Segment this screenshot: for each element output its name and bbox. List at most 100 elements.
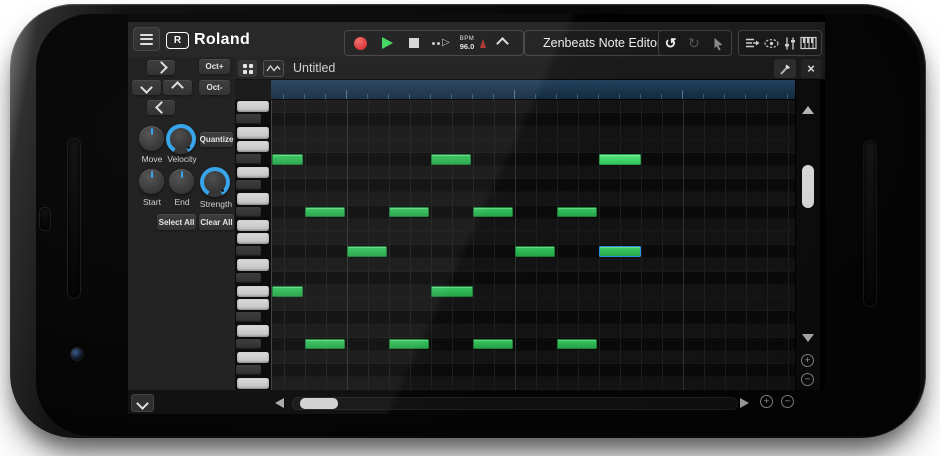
magic-wand-button[interactable] [774,59,796,78]
piano-key-black[interactable] [236,273,261,283]
visibility-eye-icon[interactable] [763,37,780,50]
midi-note[interactable] [389,207,429,218]
record-button[interactable] [354,37,367,50]
follow-playhead-button[interactable]: ▷ [432,38,450,48]
piano-key-black[interactable] [236,180,261,190]
piano-key-black[interactable] [236,207,261,217]
piano-key-black[interactable] [236,339,261,349]
quantize-button[interactable]: Quantize [200,132,233,147]
midi-note[interactable] [515,246,555,257]
top-toolbar: R Roland ▷ BPM 96.0 [128,22,825,58]
nudge-left-button[interactable] [132,80,161,95]
grid-view-button[interactable] [238,60,257,77]
grid-line [347,100,348,390]
clear-all-button[interactable]: Clear All [199,214,234,230]
octave-down-button[interactable]: Oct- [199,80,230,95]
grid-line [704,100,705,390]
midi-note[interactable] [473,207,513,218]
hamburger-icon [140,34,153,36]
piano-key-white[interactable] [237,101,269,112]
nudge-right-button[interactable] [163,80,192,95]
horizontal-scrollbar-thumb[interactable] [300,398,338,409]
folder-icon[interactable] [534,37,535,50]
grid-line [641,100,642,390]
piano-key-white[interactable] [237,233,269,244]
ruler-tick [535,94,536,99]
strength-knob[interactable] [200,167,230,197]
close-editor-button[interactable]: × [801,59,821,78]
midi-note[interactable] [305,339,345,350]
grid-row [272,298,795,311]
midi-note[interactable] [431,154,471,165]
midi-note[interactable] [599,154,641,165]
play-button[interactable] [382,37,393,49]
vertical-scrollbar-thumb[interactable] [802,165,814,208]
nudge-down-button[interactable] [147,100,175,115]
scroll-left-button[interactable] [275,398,284,408]
undo-button[interactable]: ↺ [665,36,677,50]
midi-note[interactable] [272,286,303,297]
sliders-icon[interactable] [783,36,797,51]
piano-key-black[interactable] [236,246,261,256]
back-button[interactable] [131,394,154,412]
midi-note[interactable] [272,154,303,165]
octave-up-button[interactable]: Oct+ [199,59,230,74]
midi-note[interactable] [431,286,473,297]
midi-note[interactable] [473,339,513,350]
move-knob[interactable] [139,126,164,151]
midi-note[interactable] [389,339,429,350]
auto-scroll-icon[interactable] [744,36,760,50]
zoom-out-vertical-button[interactable]: − [801,373,814,386]
piano-key-white[interactable] [237,193,269,204]
piano-roll-grid[interactable] [271,100,795,390]
cursor-tool-button[interactable] [711,36,725,51]
grid-line [662,100,663,390]
zoom-in-horizontal-button[interactable]: + [760,395,773,408]
select-all-button[interactable]: Select All [157,214,196,230]
horizontal-scrollbar-track[interactable] [292,397,738,410]
clip-type-button[interactable] [263,60,284,77]
piano-key-black[interactable] [236,365,261,375]
velocity-knob[interactable] [166,124,196,154]
grid-line [536,100,537,390]
transport-expand-button[interactable] [496,37,509,50]
piano-key-white[interactable] [237,352,269,363]
piano-keyboard-icon[interactable] [800,36,817,50]
zoom-out-horizontal-button[interactable]: − [781,395,794,408]
piano-key-white[interactable] [237,325,269,336]
piano-key-black[interactable] [236,312,261,322]
scroll-up-button[interactable] [802,106,814,114]
piano-key-black[interactable] [236,154,261,164]
piano-key-white[interactable] [237,299,269,310]
menu-button[interactable] [133,27,160,51]
end-knob[interactable] [169,169,194,194]
piano-key-white[interactable] [237,220,269,231]
page: { "icons": { "play_outline": "▷", "undo"… [0,0,940,456]
midi-note[interactable] [557,339,597,350]
start-knob[interactable] [139,169,164,194]
zoom-in-vertical-button[interactable]: + [801,354,814,367]
bpm-display[interactable]: BPM 96.0 [460,36,475,51]
piano-key-black[interactable] [236,114,261,124]
grid-row [272,113,795,126]
grid-line [683,100,684,390]
midi-note-selected[interactable] [599,246,641,257]
piano-key-white[interactable] [237,141,269,152]
midi-note[interactable] [347,246,387,257]
timeline-ruler[interactable] [271,80,795,100]
midi-note[interactable] [557,207,597,218]
midi-note[interactable] [305,207,345,218]
piano-key-white[interactable] [237,378,269,389]
piano-key-white[interactable] [237,167,269,178]
piano-key-white[interactable] [237,127,269,138]
scroll-down-button[interactable] [802,334,814,342]
grid-row [272,258,795,271]
redo-button[interactable]: ↻ [688,36,700,50]
roland-logo-text: Roland [194,31,250,49]
stop-button[interactable] [409,38,419,48]
piano-key-white[interactable] [237,286,269,297]
nudge-up-button[interactable] [147,60,175,75]
metronome-icon[interactable] [480,39,486,48]
piano-key-white[interactable] [237,259,269,270]
scroll-right-button[interactable] [740,398,749,408]
